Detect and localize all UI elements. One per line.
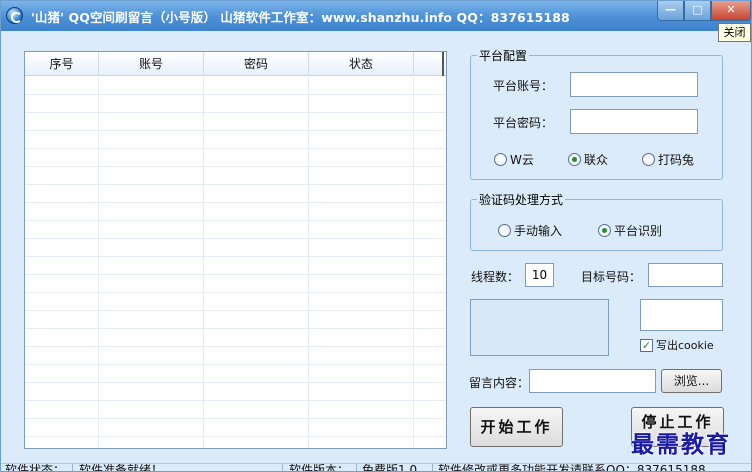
radio-button [642,153,655,166]
radio-label: 平台识别 [614,224,663,238]
radio-label: W云 [510,153,534,167]
radio-label: 打码兔 [658,153,695,167]
main-window: '山猪' QQ空间刷留言（小号版） 山猪软件工作室：www.shanzhu.in… [0,0,752,472]
status-bar: 软件状态： 软件准备就绪！ 软件版本： 免费版1.0 软件修改或更多功能开发请联… [1,463,751,472]
column-divider [98,77,99,448]
radio-wyun[interactable]: W云 [494,151,534,168]
close-tooltip: 关闭 [718,23,751,42]
checkbox-checked-icon: ✓ [640,338,653,352]
threads-input[interactable] [525,263,554,287]
watermark-text: 最需教育 [631,431,731,458]
captcha-code-input[interactable] [640,299,723,331]
account-list[interactable]: 序号 账号 密码 状态 [24,51,447,449]
close-button[interactable]: ✕ [711,1,751,21]
status-contact-text: 软件修改或更多功能开发请联系QQ：837615188 [438,463,706,472]
start-button[interactable]: 开始工作 [470,407,563,447]
captcha-image-panel [470,299,609,356]
message-input[interactable] [529,369,656,393]
list-header: 序号 账号 密码 状态 [25,52,446,76]
status-version-label: 软件版本： [289,463,350,472]
radio-damatu[interactable]: 打码兔 [642,151,694,168]
radio-button [494,153,507,166]
captcha-method-group: 验证码处理方式 [470,191,723,251]
platform-account-input[interactable] [570,72,698,97]
target-qq-label: 目标号码： [581,270,642,284]
status-divider [72,464,73,471]
list-body[interactable] [25,77,446,448]
status-state-value: 软件准备就绪！ [79,463,164,472]
radio-button [498,224,511,237]
target-qq-input[interactable] [648,263,723,287]
status-divider [356,464,357,471]
column-header-account[interactable]: 账号 [99,52,204,76]
column-header-filler [414,52,444,76]
platform-account-label: 平台账号： [493,79,554,93]
platform-password-label: 平台密码： [493,116,554,130]
browse-button[interactable]: 浏览... [661,369,722,393]
radio-manual-input[interactable]: 手动输入 [498,222,562,239]
radio-label: 手动输入 [514,224,563,238]
column-header-password[interactable]: 密码 [204,52,309,76]
radio-button-selected [568,153,581,166]
column-header-index[interactable]: 序号 [25,52,99,76]
platform-config-legend: 平台配置 [479,49,528,63]
maximize-button[interactable]: □ [684,1,711,21]
threads-label: 线程数： [471,270,520,284]
captcha-method-legend: 验证码处理方式 [479,193,564,207]
platform-password-input[interactable] [570,109,698,134]
status-divider [432,464,433,471]
column-divider [203,77,204,448]
radio-lianzhong[interactable]: 联众 [568,151,608,168]
message-label: 留言内容： [469,376,530,390]
radio-platform-recognize[interactable]: 平台识别 [598,222,662,239]
write-cookie-checkbox[interactable]: ✓ 写出cookie [640,337,714,353]
title-bar[interactable]: '山猪' QQ空间刷留言（小号版） 山猪软件工作室：www.shanzhu.in… [1,1,751,31]
status-divider [282,464,283,471]
status-state-label: 软件状态： [5,463,66,472]
status-version-value: 免费版1.0 [362,463,418,472]
write-cookie-label: 写出cookie [656,339,714,352]
minimize-button[interactable]: — [657,1,684,21]
column-divider [413,77,414,448]
radio-button-selected [598,224,611,237]
radio-label: 联众 [584,153,609,167]
app-logo-icon [6,7,23,24]
column-divider [308,77,309,448]
column-header-status[interactable]: 状态 [309,52,414,76]
window-title: '山猪' QQ空间刷留言（小号版） 山猪软件工作室：www.shanzhu.in… [31,10,570,25]
